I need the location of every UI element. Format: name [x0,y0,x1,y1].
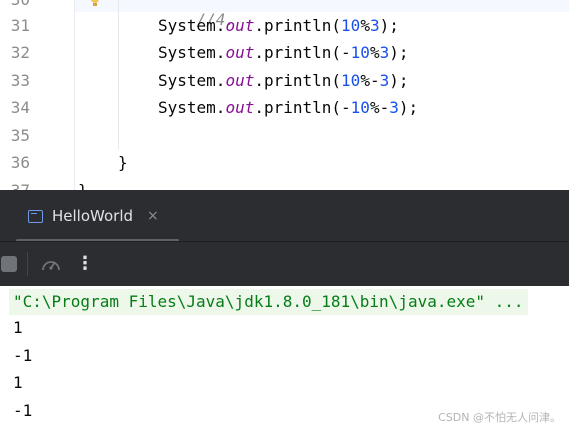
lightbulb-icon[interactable] [88,0,102,8]
console-output[interactable]: "C:\Program Files\Java\jdk1.8.0_181\bin\… [0,286,569,429]
output-line: 1 [13,318,23,337]
current-line-highlight [0,0,569,12]
line-number: 37 [0,181,30,190]
code-line-37: } [78,181,88,190]
kebab-menu-icon[interactable]: ⋮ [76,252,94,276]
close-icon[interactable]: × [147,208,159,224]
watermark: CSDN @不怕无人问津。 [438,411,561,424]
line-number: 35 [10,126,30,145]
line-number: 32 [10,43,30,62]
tab-helloworld[interactable]: HelloWorld × [28,200,159,232]
line-number: 33 [10,71,30,90]
code-line-33: System.out.println(10%-3); [158,71,409,90]
toolbar-divider [27,252,28,276]
tab-label: HelloWorld [52,207,134,225]
line-number: 36 [10,153,30,172]
code-line-34: System.out.println(-10%-3); [158,98,419,117]
code-line-36: } [118,153,128,172]
run-toolbar: ⋮ [0,242,569,286]
output-line: 1 [13,373,23,392]
code-line-31: System.out.println(10%3); [158,16,399,35]
stop-icon[interactable] [1,256,17,272]
indent-guide [118,0,119,150]
code-line-32: System.out.println(-10%3); [158,43,409,62]
line-number: 31 [10,16,30,35]
output-line: -1 [13,346,33,365]
console-window-icon [28,209,43,223]
run-tool-window-header: HelloWorld × [0,190,569,242]
gauge-icon[interactable] [40,254,62,274]
line-number: 30 [0,0,30,10]
command-line: "C:\Program Files\Java\jdk1.8.0_181\bin\… [9,289,528,315]
output-line: -1 [13,401,33,420]
gutter-separator [74,0,75,190]
code-editor[interactable]: 30 31 32 33 34 35 36 37 //4. System.out.… [0,0,569,190]
line-number: 34 [10,98,30,117]
